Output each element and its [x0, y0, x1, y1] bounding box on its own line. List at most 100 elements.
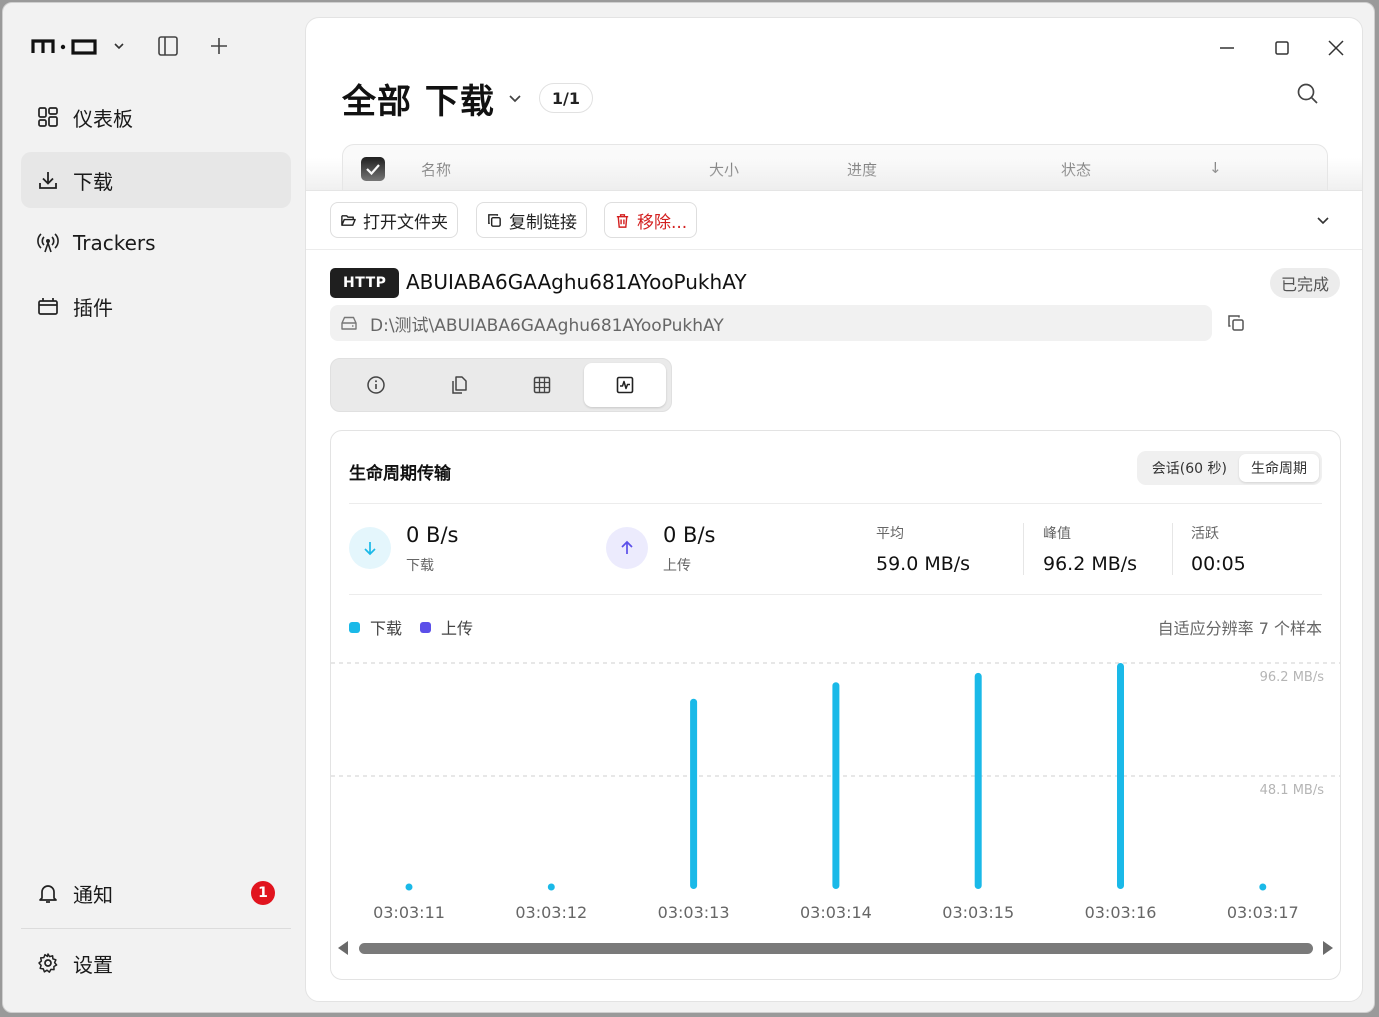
app-window: 仪表板 下载 Trackers 插件 通知 1 设置 全部 下载 1/1 打开文…	[2, 2, 1375, 1013]
upload-rate-value: 0 B/s	[663, 523, 716, 547]
copy-link-button[interactable]: 复制链接	[476, 202, 587, 238]
chevron-down-icon[interactable]	[505, 88, 525, 108]
copy-path-icon[interactable]	[1226, 313, 1246, 333]
download-icon	[39, 172, 57, 189]
arrow-down-icon	[364, 542, 376, 556]
y-tick-label: 96.2 MB/s	[1260, 670, 1325, 685]
save-path-field[interactable]: D:\测试\ABUIABA6GAAghu681AYooPukhAY	[330, 305, 1212, 341]
arrow-up-icon	[621, 540, 633, 554]
tab-files[interactable]	[418, 363, 500, 407]
stat-peak: 峰值 96.2 MB/s	[1043, 523, 1137, 575]
scroll-left-arrow[interactable]	[338, 941, 348, 955]
button-label: 打开文件夹	[363, 212, 448, 233]
minimize-icon[interactable]	[1213, 34, 1241, 62]
stat-value: 96.2 MB/s	[1043, 553, 1138, 575]
card-divider	[349, 503, 1322, 504]
gear-icon	[38, 953, 58, 973]
scroll-right-arrow[interactable]	[1323, 941, 1333, 955]
sidebar-item-label: 通知	[73, 882, 113, 907]
download-bar	[690, 698, 698, 889]
detail-tabs	[330, 358, 672, 412]
download-point	[405, 883, 413, 891]
download-bar	[974, 672, 982, 889]
sidebar-footer: 通知 1 设置	[21, 865, 291, 998]
segment-session[interactable]: 会话(60 秒)	[1140, 454, 1239, 482]
transfer-card-title: 生命周期传输	[349, 464, 451, 484]
x-tick-label: 03:03:12	[515, 903, 587, 922]
protocol-badge: HTTP	[330, 268, 400, 298]
legend-download[interactable]: 下载	[349, 615, 402, 639]
remove-button[interactable]: 移除...	[604, 202, 698, 238]
x-tick-label: 03:03:14	[800, 903, 872, 922]
sidebar-item-notifications[interactable]: 通知 1	[21, 865, 291, 921]
stat-active: 活跃 00:05	[1191, 523, 1246, 575]
close-icon[interactable]	[1322, 34, 1350, 62]
stat-label: 活跃	[1191, 526, 1219, 542]
sidebar-item-settings[interactable]: 设置	[21, 935, 291, 991]
sidebar-item-trackers[interactable]: Trackers	[21, 215, 291, 271]
activity-icon	[616, 376, 634, 394]
x-tick-label: 03:03:11	[373, 903, 445, 922]
open-folder-button[interactable]: 打开文件夹	[330, 202, 458, 238]
sidebar-item-label: 插件	[73, 295, 113, 320]
stat-value: 00:05	[1191, 553, 1246, 575]
download-bar	[832, 682, 840, 889]
table-fade	[306, 158, 1362, 190]
transfer-chart: 96.2 MB/s 48.1 MB/s 03:03:11 03:03:12 03:03:…	[331, 662, 1340, 922]
download-bar	[1117, 663, 1124, 889]
sidebar-item-plugins[interactable]: 插件	[21, 278, 291, 334]
download-rate-value: 0 B/s	[406, 523, 459, 547]
button-label: 复制链接	[509, 212, 577, 233]
sidebar-toggle-icon[interactable]	[155, 33, 181, 59]
legend-upload[interactable]: 上传	[420, 615, 473, 639]
task-count-badge: 1/1	[538, 83, 593, 113]
chart-scrollbar-thumb[interactable]	[359, 943, 1313, 954]
legend-swatch	[349, 621, 360, 633]
sidebar-nav: 仪表板 下载 Trackers 插件	[21, 89, 291, 341]
download-point	[1259, 883, 1267, 891]
maximize-icon[interactable]	[1268, 34, 1296, 62]
x-tick-label: 03:03:16	[1085, 903, 1157, 922]
stat-average: 平均 59.0 MB/s	[876, 523, 970, 575]
task-filename: ABUIABA6GAAghu681AYooPukhAY	[406, 270, 747, 294]
tab-info[interactable]	[335, 363, 417, 407]
broadcast-icon	[37, 233, 59, 253]
stat-value: 59.0 MB/s	[876, 553, 971, 575]
tab-activity[interactable]	[584, 363, 666, 407]
page-title[interactable]: 全部 下载	[342, 74, 495, 123]
folder-open-icon	[341, 214, 356, 226]
sidebar: 仪表板 下载 Trackers 插件 通知 1 设置	[3, 3, 303, 1012]
app-logo	[31, 35, 107, 57]
stat-label: 峰值	[1043, 526, 1071, 542]
brand-menu[interactable]	[31, 29, 127, 63]
chevron-down-icon[interactable]	[1314, 211, 1332, 229]
files-icon	[452, 376, 467, 394]
sidebar-item-label: Trackers	[73, 231, 156, 255]
sidebar-item-label: 仪表板	[73, 106, 133, 131]
status-badge: 已完成	[1269, 268, 1340, 298]
transfer-card: 生命周期传输 会话(60 秒) 生命周期 0 B/s 下载 0 B/s 上传 平…	[330, 430, 1341, 980]
add-task-icon[interactable]	[206, 33, 232, 59]
trash-icon	[616, 213, 629, 228]
legend-label: 下载	[370, 619, 403, 638]
search-icon[interactable]	[1294, 80, 1322, 108]
sidebar-item-downloads[interactable]: 下载	[21, 152, 291, 208]
dashboard-icon	[38, 107, 58, 127]
resolution-note: 自适应分辨率 7 个样本	[1157, 619, 1322, 638]
bell-icon	[39, 885, 57, 903]
sidebar-item-dashboard[interactable]: 仪表板	[21, 89, 291, 145]
tab-pieces[interactable]	[501, 363, 583, 407]
upload-rate-label: 上传	[663, 558, 691, 574]
page-header: 全部 下载 1/1	[342, 74, 593, 122]
download-point	[547, 883, 555, 891]
pieces-icon	[533, 376, 551, 394]
stat-label: 平均	[876, 526, 904, 542]
range-segmented-control: 会话(60 秒) 生命周期	[1136, 451, 1322, 485]
button-label: 移除...	[637, 212, 688, 233]
save-path-text: D:\测试\ABUIABA6GAAghu681AYooPukhAY	[370, 315, 724, 336]
segment-lifetime[interactable]: 生命周期	[1239, 454, 1319, 482]
legend-label: 上传	[441, 619, 474, 638]
main-panel: 全部 下载 1/1 名称 大小 进度 状态 ↓ 打开文件夹 复制链接	[305, 17, 1363, 1002]
upload-rate-badge	[606, 527, 648, 569]
drive-icon	[341, 316, 357, 330]
